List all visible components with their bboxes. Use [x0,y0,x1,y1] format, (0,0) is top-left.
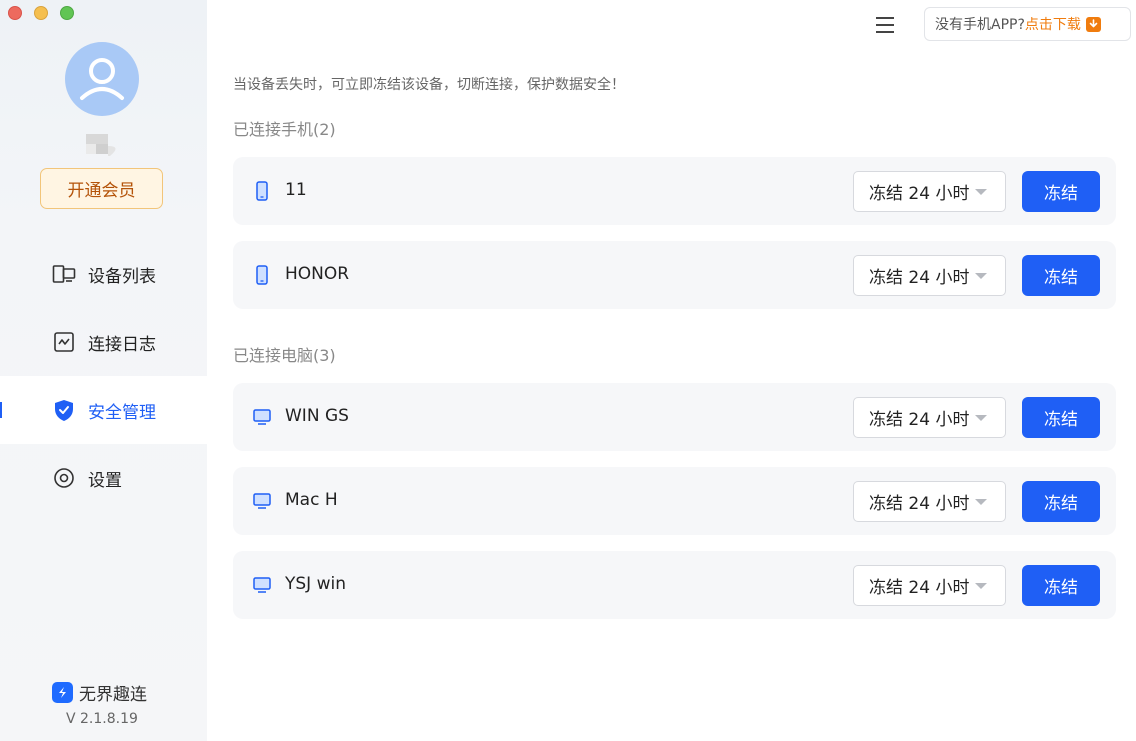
freeze-duration-value: 冻结 24 小时 [869,184,970,204]
freeze-duration-value: 冻结 24 小时 [869,578,970,598]
download-prompt: 没有手机APP? [935,17,1025,33]
device-row: WIN GS 冻结 24 小时 冻结 [233,383,1116,451]
device-list-icon [52,262,76,286]
sidebar-item-label: 设备列表 [88,266,156,287]
device-row: HONOR 冻结 24 小时 冻结 [233,241,1116,309]
freeze-button[interactable]: 冻结 [1022,565,1100,606]
freeze-duration-select[interactable]: 冻结 24 小时 [853,397,1006,438]
download-icon [1085,16,1101,32]
device-row: YSJ win 冻结 24 小时 冻结 [233,551,1116,619]
device-row: 11 冻结 24 小时 冻结 [233,157,1116,225]
phones-section-title: 已连接手机(2) [233,120,336,139]
device-name: YSJ win [285,574,346,594]
monitor-icon [253,409,271,425]
menu-button[interactable] [873,13,897,37]
freeze-duration-value: 冻结 24 小时 [869,268,970,288]
sidebar-item-security[interactable]: 安全管理 [0,376,207,444]
security-shield-icon [52,398,76,422]
sidebar-item-label: 安全管理 [88,402,156,423]
brand-name: 无界趣连 [79,685,147,705]
freeze-duration-select[interactable]: 冻结 24 小时 [853,255,1006,296]
username-redacted [86,134,116,156]
freeze-duration-value: 冻结 24 小时 [869,410,970,430]
avatar[interactable] [65,42,139,116]
chevron-down-icon [975,273,987,279]
chevron-down-icon [975,499,987,505]
sidebar-item-label: 连接日志 [88,334,156,355]
phone-icon [256,181,268,201]
brand-logo-icon [52,682,73,703]
phone-icon [256,265,268,285]
window-minimize-button[interactable] [34,6,48,20]
device-row: Mac H 冻结 24 小时 冻结 [233,467,1116,535]
device-name: HONOR [285,264,350,284]
chevron-down-icon [975,583,987,589]
app-version: V 2.1.8.19 [66,711,138,727]
monitor-icon [253,577,271,593]
device-name: Mac H [285,490,338,510]
freeze-duration-select[interactable]: 冻结 24 小时 [853,565,1006,606]
freeze-duration-select[interactable]: 冻结 24 小时 [853,171,1006,212]
chevron-down-icon [975,189,987,195]
user-avatar-icon [80,58,124,100]
freeze-duration-value: 冻结 24 小时 [869,494,970,514]
chevron-down-icon [975,415,987,421]
sidebar-item-connection-log[interactable]: 连接日志 [0,308,207,376]
computers-section-title: 已连接电脑(3) [233,346,336,365]
window-close-button[interactable] [8,6,22,20]
connection-log-icon [52,330,76,354]
hamburger-menu-icon [876,17,894,33]
device-name: 11 [285,180,307,200]
freeze-button[interactable]: 冻结 [1022,255,1100,296]
window-zoom-button[interactable] [60,6,74,20]
vip-membership-button[interactable]: 开通会员 [40,168,163,209]
device-name: WIN GS [285,406,349,426]
monitor-icon [253,493,271,509]
freeze-button[interactable]: 冻结 [1022,397,1100,438]
brand: 无界趣连 [52,680,147,705]
settings-icon [52,466,76,490]
sidebar: 开通会员 设备列表 连接日志 安全管理 设置 无界趣连 V 2.1.8.19 [0,0,207,741]
freeze-button[interactable]: 冻结 [1022,171,1100,212]
sidebar-item-device-list[interactable]: 设备列表 [0,240,207,308]
freeze-button[interactable]: 冻结 [1022,481,1100,522]
download-link[interactable]: 点击下载 [1025,14,1081,34]
security-description: 当设备丢失时，可立即冻结该设备，切断连接，保护数据安全！ [233,77,625,93]
freeze-duration-select[interactable]: 冻结 24 小时 [853,481,1006,522]
sidebar-item-settings[interactable]: 设置 [0,444,207,512]
download-app-button[interactable]: 没有手机APP? 点击下载 [924,7,1131,41]
sidebar-item-label: 设置 [88,470,122,491]
